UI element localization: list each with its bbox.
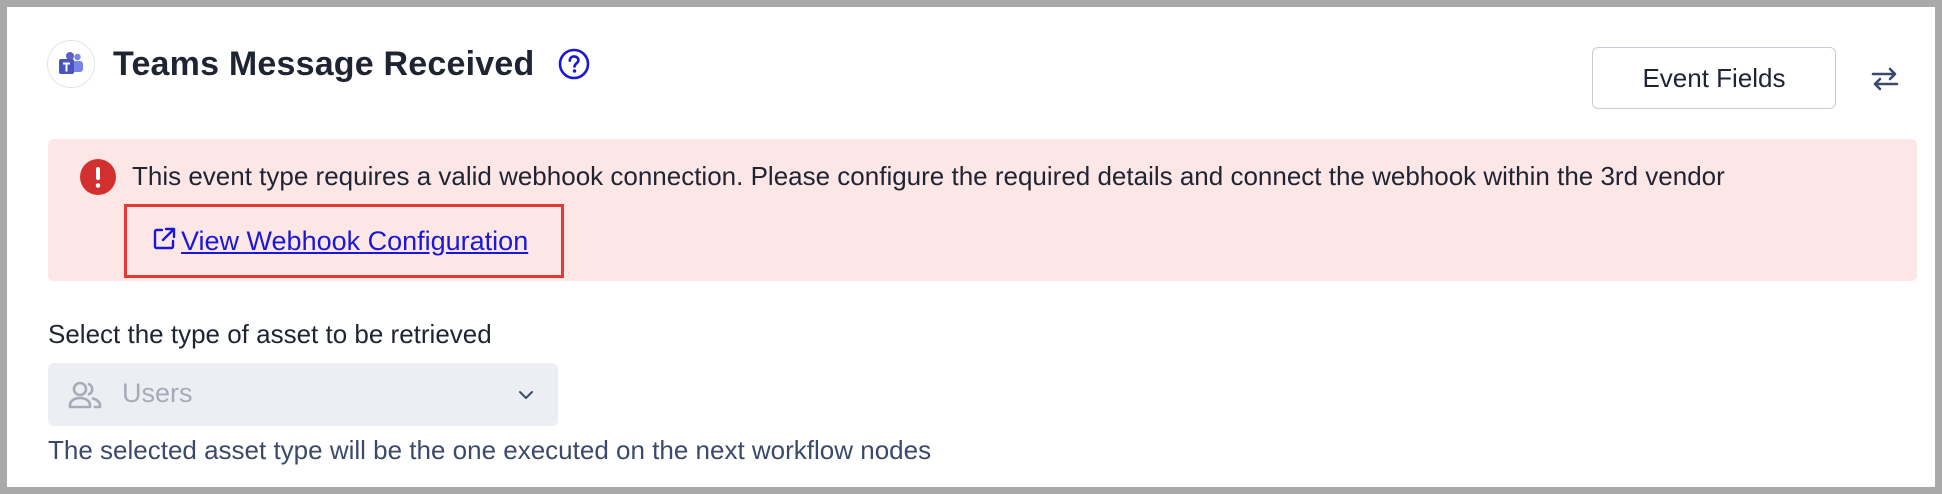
alert-message: This event type requires a valid webhook… [132,161,1725,191]
swap-arrows-icon[interactable] [1869,63,1901,95]
chevron-down-icon[interactable] [516,387,536,403]
window-frame: Teams Message Received Event Fields This… [0,0,1942,494]
page-header: Teams Message Received [47,39,590,89]
page-title: Teams Message Received [113,44,535,83]
microsoft-teams-icon [47,40,95,88]
exclamation-circle-icon [80,159,116,195]
question-circle-icon[interactable] [558,48,590,80]
webhook-alert: This event type requires a valid webhook… [48,139,1917,281]
users-icon [68,380,102,410]
asset-type-helper-text: The selected asset type will be the one … [48,435,932,465]
external-link-icon [151,226,177,252]
view-webhook-configuration-label[interactable]: View Webhook Configuration [181,226,528,257]
asset-type-label: Select the type of asset to be retrieved [48,319,492,349]
asset-type-select[interactable]: Users [48,363,558,426]
view-webhook-configuration-link[interactable]: View Webhook Configuration [124,204,564,278]
asset-type-selected-value: Users [122,378,193,408]
event-fields-button[interactable]: Event Fields [1592,47,1836,109]
